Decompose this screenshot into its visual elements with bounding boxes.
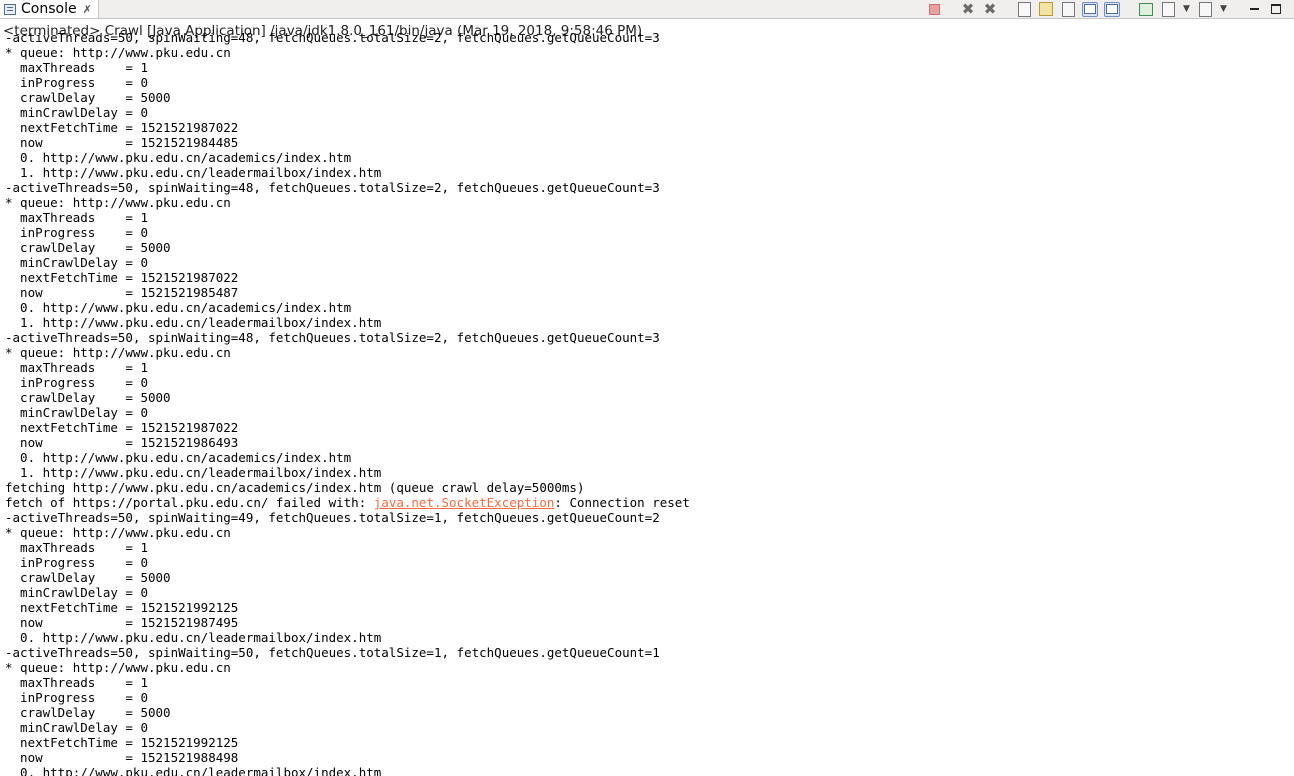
console-line: -activeThreads=50, spinWaiting=48, fetch…	[5, 180, 660, 195]
console-line: -activeThreads=50, spinWaiting=49, fetch…	[5, 510, 660, 525]
show-on-stderr-icon[interactable]	[1104, 1, 1120, 17]
view-menu-icon[interactable]: ▼	[1219, 2, 1228, 17]
console-output[interactable]: -activeThreads=50, spinWaiting=48, fetch…	[0, 33, 1294, 776]
console-line: minCrawlDelay = 0	[5, 405, 148, 420]
console-toolbar: ✖ ✖ ▼ ▼	[926, 0, 1284, 18]
console-line: * queue: http://www.pku.edu.cn	[5, 525, 231, 540]
console-line: minCrawlDelay = 0	[5, 105, 148, 120]
console-line: now = 1521521987495	[5, 615, 239, 630]
console-line: crawlDelay = 5000	[5, 90, 171, 105]
pin-console-icon[interactable]	[1138, 2, 1154, 17]
console-line: nextFetchTime = 1521521987022	[5, 420, 239, 435]
console-line: inProgress = 0	[5, 75, 148, 90]
console-tab-title: Console	[21, 1, 77, 17]
console-line: now = 1521521986493	[5, 435, 239, 450]
console-line-text: : Connection reset	[554, 495, 690, 510]
console-line: maxThreads = 1	[5, 675, 148, 690]
console-line: inProgress = 0	[5, 555, 148, 570]
console-lines: -activeThreads=50, spinWaiting=48, fetch…	[5, 33, 690, 776]
console-line: * queue: http://www.pku.edu.cn	[5, 660, 231, 675]
console-line: nextFetchTime = 1521521992125	[5, 735, 239, 750]
scroll-lock-icon[interactable]	[1038, 2, 1054, 17]
show-on-stdout-icon[interactable]	[1082, 1, 1098, 17]
console-line: 1. http://www.pku.edu.cn/leadermailbox/i…	[5, 165, 382, 180]
console-line: maxThreads = 1	[5, 540, 148, 555]
console-line: maxThreads = 1	[5, 60, 148, 75]
minimize-icon[interactable]	[1246, 2, 1262, 17]
console-tab-bar: Console ✗ ✖ ✖ ▼ ▼	[0, 0, 1294, 19]
console-line: crawlDelay = 5000	[5, 390, 171, 405]
console-line: 1. http://www.pku.edu.cn/leadermailbox/i…	[5, 465, 382, 480]
word-wrap-icon[interactable]	[1060, 1, 1076, 17]
console-line: -activeThreads=50, spinWaiting=50, fetch…	[5, 645, 660, 660]
remove-launch-icon[interactable]: ✖	[960, 0, 976, 18]
console-line: now = 1521521985487	[5, 285, 239, 300]
console-line: 0. http://www.pku.edu.cn/leadermailbox/i…	[5, 765, 382, 776]
console-line: minCrawlDelay = 0	[5, 720, 148, 735]
console-line: inProgress = 0	[5, 690, 148, 705]
chevron-down-icon[interactable]: ▼	[1182, 2, 1191, 17]
console-line: -activeThreads=50, spinWaiting=48, fetch…	[5, 330, 660, 345]
terminate-icon[interactable]	[926, 2, 942, 17]
console-icon	[4, 3, 16, 15]
close-icon[interactable]: ✗	[83, 3, 92, 16]
console-line: crawlDelay = 5000	[5, 705, 171, 720]
console-line: inProgress = 0	[5, 375, 148, 390]
console-line: 0. http://www.pku.edu.cn/academics/index…	[5, 300, 352, 315]
display-console-icon[interactable]	[1160, 1, 1176, 17]
console-line: 0. http://www.pku.edu.cn/academics/index…	[5, 450, 352, 465]
console-line: crawlDelay = 5000	[5, 570, 171, 585]
console-line: * queue: http://www.pku.edu.cn	[5, 345, 231, 360]
console-line: nextFetchTime = 1521521987022	[5, 120, 239, 135]
console-line: now = 1521521984485	[5, 135, 239, 150]
console-line: 1. http://www.pku.edu.cn/leadermailbox/i…	[5, 315, 382, 330]
console-line: crawlDelay = 5000	[5, 240, 171, 255]
console-line: now = 1521521988498	[5, 750, 239, 765]
open-console-icon[interactable]	[1197, 1, 1213, 17]
console-line: fetching http://www.pku.edu.cn/academics…	[5, 480, 585, 495]
console-line: minCrawlDelay = 0	[5, 585, 148, 600]
console-line: maxThreads = 1	[5, 360, 148, 375]
console-line: nextFetchTime = 1521521992125	[5, 600, 239, 615]
console-tab[interactable]: Console ✗	[0, 0, 99, 18]
console-line: 0. http://www.pku.edu.cn/academics/index…	[5, 150, 352, 165]
maximize-icon[interactable]	[1268, 2, 1284, 17]
console-line: * queue: http://www.pku.edu.cn	[5, 195, 231, 210]
console-line-text: fetch of https://portal.pku.edu.cn/ fail…	[5, 495, 374, 510]
console-line: inProgress = 0	[5, 225, 148, 240]
remove-all-launches-icon[interactable]: ✖	[982, 0, 998, 18]
console-line: * queue: http://www.pku.edu.cn	[5, 45, 231, 60]
console-line: fetch of https://portal.pku.edu.cn/ fail…	[5, 495, 690, 510]
console-line: maxThreads = 1	[5, 210, 148, 225]
console-line: nextFetchTime = 1521521987022	[5, 270, 239, 285]
console-line: minCrawlDelay = 0	[5, 255, 148, 270]
clear-console-icon[interactable]	[1016, 1, 1032, 17]
console-line: 0. http://www.pku.edu.cn/leadermailbox/i…	[5, 630, 382, 645]
console-line: -activeThreads=50, spinWaiting=48, fetch…	[5, 33, 660, 45]
exception-link[interactable]: java.net.SocketException	[374, 495, 555, 510]
